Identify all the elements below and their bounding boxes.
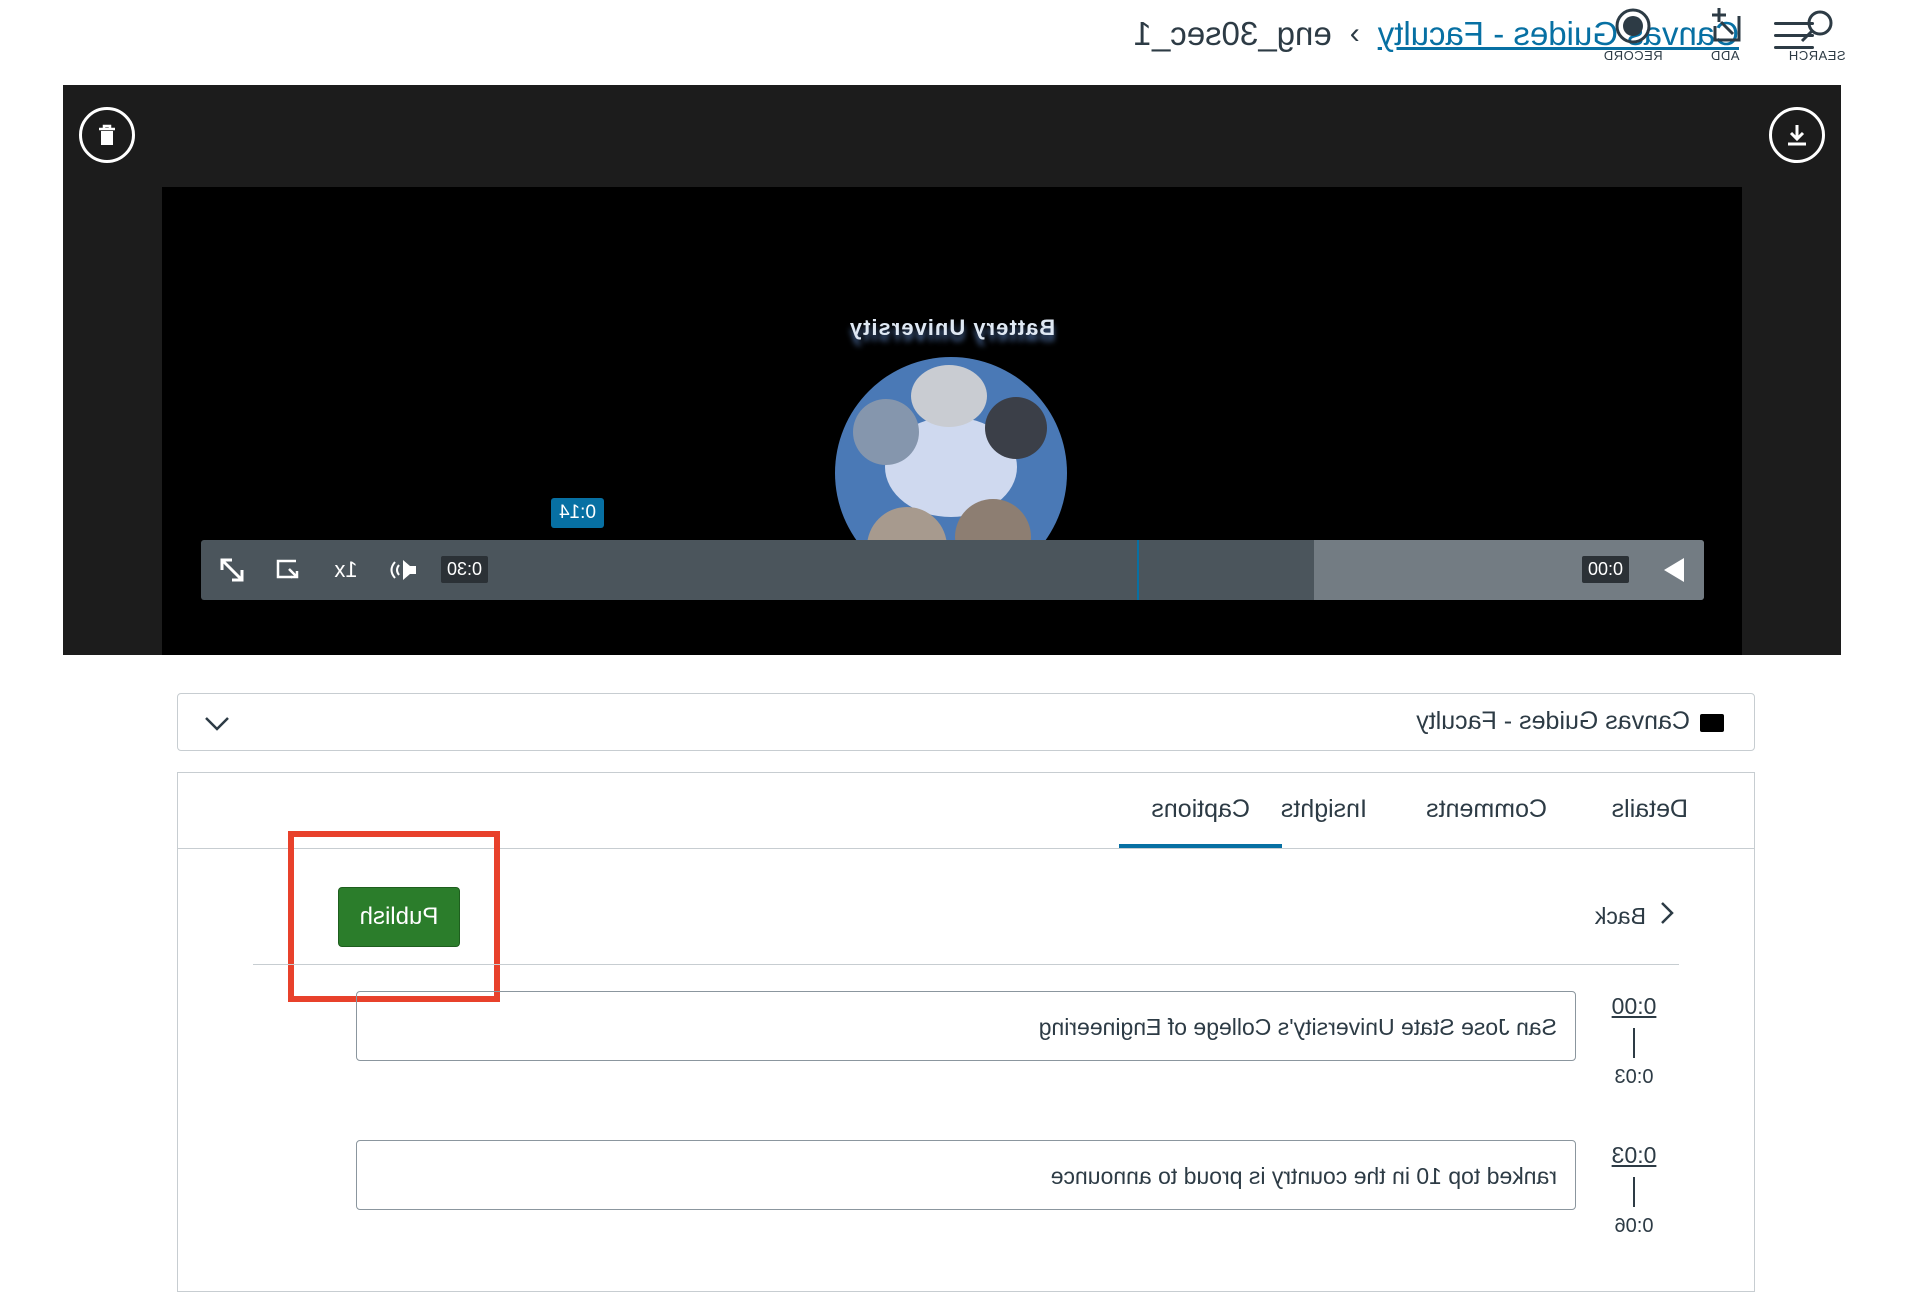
volume-icon	[390, 560, 416, 580]
captions-toggle[interactable]	[261, 540, 311, 600]
pip-icon	[276, 559, 299, 579]
download-button[interactable]	[1769, 107, 1825, 163]
tab-insights[interactable]: Insights	[1281, 795, 1367, 824]
chevron-down-icon	[204, 712, 230, 738]
current-time-tooltip: 0:14	[551, 498, 604, 528]
play-icon	[1664, 558, 1684, 582]
record-icon	[1588, 4, 1678, 48]
add-label: ADD	[1710, 48, 1740, 63]
details-panel: Details Comments Insights Captions Back …	[177, 772, 1755, 1292]
add-icon	[1680, 4, 1770, 48]
video-frame[interactable]: Battery University 0:00 0:14 0:30 1x	[162, 187, 1742, 655]
player-controls: 0:00 0:14 0:30 1x	[201, 498, 1704, 600]
video-title: Battery University	[848, 315, 1056, 340]
divider	[253, 964, 1679, 965]
download-icon	[1788, 125, 1806, 146]
top-header: Canvas Guides - Faculty › eng_30sec_1 RE…	[0, 0, 1914, 85]
chevron-left-icon	[1660, 901, 1674, 931]
tab-comments[interactable]: Comments	[1426, 795, 1547, 824]
media-select-dropdown[interactable]: Canvas Guides - Faculty	[177, 693, 1755, 751]
caption-row: 0:03 0:06 ranked top 10 in the country i…	[274, 1140, 1694, 1252]
search-label: SEARCH	[1788, 48, 1846, 63]
caption-text-input[interactable]: ranked top 10 in the country is proud to…	[356, 1140, 1576, 1210]
play-button[interactable]	[1644, 540, 1704, 600]
media-icon	[1700, 714, 1724, 732]
speed-button[interactable]: 1x	[321, 540, 371, 600]
breadcrumb-current: eng_30sec_1	[1133, 15, 1332, 52]
record-button[interactable]: RECORD	[1588, 4, 1678, 63]
caption-end-time: 0:03	[1614, 1066, 1654, 1088]
start-time: 0:00	[1581, 556, 1629, 583]
fullscreen-button[interactable]	[207, 540, 257, 600]
search-button[interactable]: SEARCH	[1772, 4, 1862, 63]
back-label: Back	[1594, 902, 1646, 929]
end-time: 0:30	[441, 556, 489, 583]
tab-details[interactable]: Details	[1612, 795, 1688, 824]
mirrored-screen: Canvas Guides - Faculty › eng_30sec_1 RE…	[0, 0, 1914, 1292]
search-icon	[1772, 4, 1862, 48]
caption-times: 0:00 0:03	[1574, 993, 1694, 1089]
caption-text-input[interactable]: San Jose State University's College of E…	[356, 991, 1576, 1061]
back-button[interactable]: Back	[1595, 901, 1674, 931]
caption-start-link[interactable]: 0:00	[1574, 993, 1694, 1020]
trash-icon	[99, 124, 115, 145]
caption-start-link[interactable]: 0:03	[1574, 1142, 1694, 1169]
playhead[interactable]: 0:14	[551, 498, 1139, 600]
caption-row: 0:00 0:03 San Jose State University's Co…	[274, 991, 1694, 1103]
tab-captions[interactable]: Captions	[1119, 795, 1282, 848]
record-label: RECORD	[1603, 48, 1663, 63]
highlight-box	[288, 831, 500, 1002]
expand-icon	[220, 558, 244, 582]
media-select-label: Canvas Guides - Faculty	[1416, 707, 1690, 735]
media-player: Battery University 0:00 0:14 0:30 1x	[63, 85, 1841, 655]
add-button[interactable]: ADD	[1680, 4, 1770, 63]
caption-end-time: 0:06	[1614, 1215, 1654, 1237]
delete-button[interactable]	[79, 107, 135, 163]
caption-times: 0:03 0:06	[1574, 1142, 1694, 1238]
chevron-right-icon: ›	[1349, 17, 1360, 50]
volume-button[interactable]	[381, 540, 425, 600]
